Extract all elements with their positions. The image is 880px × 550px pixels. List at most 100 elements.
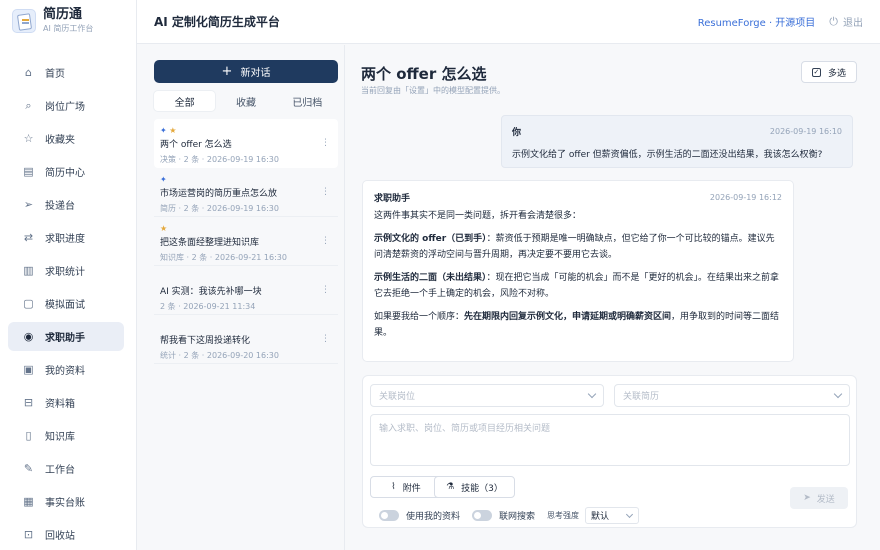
pin-icon: ✦ bbox=[160, 175, 167, 184]
chevron-down-icon bbox=[587, 389, 597, 399]
paperclip-icon: ⌇ bbox=[391, 482, 396, 492]
conversation-item[interactable]: 帮我看下这周投递转化 统计 · 2 条 · 2026-09-20 16:30 ⋮ bbox=[154, 315, 338, 364]
top-header: AI 定制化简历生成平台 ResumeForge · 开源项目 ⏻ 退出 bbox=[137, 0, 880, 44]
chat-subtitle: 当前回复由「设置」中的模型配置提供。 bbox=[361, 86, 505, 95]
conversation-item[interactable]: AI 实测：我该先补哪一块 2 条 · 2026-09-21 11:34 ⋮ bbox=[154, 266, 338, 315]
send-icon: ➢ bbox=[23, 198, 34, 211]
tab-archived[interactable]: 已归档 bbox=[277, 91, 338, 111]
assistant-message-paragraph-2: 示例生活的二面（未出结果）：现在把它当成「可能的机会」而不是「更好的机会」。在结… bbox=[374, 270, 782, 302]
new-chat-button[interactable]: + 新对话 bbox=[154, 60, 338, 83]
assistant-message-time: 2026-09-19 16:12 bbox=[709, 193, 782, 202]
conversation-meta: 2 条 · 2026-09-21 11:34 bbox=[160, 302, 256, 311]
book-icon: ▯ bbox=[25, 429, 32, 442]
box-icon: ⊟ bbox=[23, 396, 34, 409]
sidebar-item-book[interactable]: ▯ 知识库 bbox=[8, 421, 124, 450]
trash-icon: ⊡ bbox=[23, 528, 34, 541]
send-label: 发送 bbox=[816, 494, 835, 505]
sidebar-item-label: 求职助手 bbox=[45, 333, 85, 344]
brand-name: 简历通 bbox=[43, 7, 83, 22]
sidebar-item-document[interactable]: ▤ 简历中心 bbox=[8, 157, 124, 186]
project-link[interactable]: ResumeForge · 开源项目 bbox=[698, 14, 816, 29]
page-header-title: AI 定制化简历生成平台 bbox=[154, 15, 280, 29]
star-icon: ★ bbox=[160, 224, 168, 233]
conversation-marks: ✦ bbox=[160, 174, 332, 185]
chat-area: 两个 offer 怎么选 当前回复由「设置」中的模型配置提供。 ✓ 多选 你 2… bbox=[346, 45, 880, 550]
logout-button[interactable]: ⏻ 退出 bbox=[829, 14, 863, 30]
attach-button[interactable]: ⌇ 附件 bbox=[370, 476, 442, 498]
related-job-select[interactable]: 关联岗位 bbox=[370, 384, 604, 407]
sidebar-item-interview[interactable]: ▢ 模拟面试 bbox=[8, 289, 124, 318]
more-options-icon[interactable]: ⋮ bbox=[321, 187, 330, 197]
sidebar-item-label: 求职统计 bbox=[45, 267, 85, 278]
conversation-title: 帮我看下这周投递转化 bbox=[160, 336, 251, 346]
sidebar-item-ledger[interactable]: ▦ 事实台账 bbox=[8, 487, 124, 516]
sidebar-item-label: 事实台账 bbox=[45, 498, 85, 509]
sidebar-item-box[interactable]: ⊟ 资料箱 bbox=[8, 388, 124, 417]
conversation-marks: ★ bbox=[160, 223, 332, 234]
assistant-message-author: 求职助手 bbox=[374, 194, 411, 204]
wrench-icon: ✎ bbox=[23, 462, 34, 475]
conversation-marks bbox=[160, 321, 332, 332]
sidebar-item-progress[interactable]: ⇄ 求职进度 bbox=[8, 223, 124, 252]
thinking-depth-select[interactable]: 默认 bbox=[585, 507, 640, 524]
assistant-message-paragraph-1: 示例文化的 offer（已到手）：薪资低于预期是唯一明确缺点，但它给了你一个可比… bbox=[374, 231, 782, 263]
related-resume-select[interactable]: 关联简历 bbox=[614, 384, 850, 407]
sidebar-item-send[interactable]: ➢ 投递台 bbox=[8, 190, 124, 219]
conversation-marks bbox=[160, 272, 332, 283]
skills-button[interactable]: ⚗ 技能（3） bbox=[434, 476, 515, 498]
conversation-title: 把这条面经整理进知识库 bbox=[160, 238, 260, 248]
document-icon: ▤ bbox=[23, 165, 34, 178]
skills-label: 技能（3） bbox=[461, 483, 503, 494]
brand[interactable]: 简历通 AI 简历工作台 bbox=[0, 0, 136, 42]
tab-favorites[interactable]: 收藏 bbox=[215, 91, 276, 111]
assistant-message-intro: 这两件事其实不是同一类问题，拆开看会清楚很多： bbox=[374, 211, 582, 221]
sidebar-item-home[interactable]: ⌂ 首页 bbox=[8, 58, 124, 87]
sidebar-item-wrench[interactable]: ✎ 工作台 bbox=[8, 454, 124, 483]
conversation-item[interactable]: ★ 把这条面经整理进知识库知识库 · 2 条 · 2026-09-21 16:30… bbox=[154, 217, 338, 266]
checkbox-icon: ✓ bbox=[811, 67, 821, 77]
new-chat-label: 新对话 bbox=[240, 68, 271, 79]
more-options-icon[interactable]: ⋮ bbox=[321, 138, 330, 148]
conversation-panel: + 新对话 全部 收藏 已归档 ✦ ★ 两个 offer 怎么选 决策 · 2 条 … bbox=[137, 45, 345, 550]
ledger-icon: ▦ bbox=[23, 495, 34, 508]
message-input[interactable]: 输入求职、岗位、简历或项目经历相关问题 bbox=[370, 414, 850, 466]
conversation-item[interactable]: ✦ 市场运营岗的简历重点怎么放 简历 · 2 条 · 2026-09-19 16:… bbox=[154, 168, 338, 217]
logout-icon: ⏻ bbox=[829, 14, 838, 28]
more-options-icon[interactable]: ⋮ bbox=[321, 285, 330, 295]
user-message-time: 2026-09-19 16:10 bbox=[769, 127, 842, 136]
conversation-title: AI 实测：我该先补哪一块 bbox=[160, 287, 262, 297]
sidebar-item-label: 知识库 bbox=[45, 432, 75, 443]
sidebar-item-chart[interactable]: ▥ 求职统计 bbox=[8, 256, 124, 285]
sidebar-item-chat[interactable]: ◉ 求职助手 bbox=[8, 322, 124, 351]
sidebar-item-label: 我的资料 bbox=[45, 366, 85, 377]
sidebar-item-trash[interactable]: ⊡ 回收站 bbox=[8, 520, 124, 549]
sidebar-item-label: 资料箱 bbox=[45, 399, 75, 410]
sidebar: 简历通 AI 简历工作台 ⌂ 首页 ⌕ 岗位广场 ☆ 收藏夹 ▤ 简历中心 ➢ 投递台 ⇄ 求职进度 ▥… bbox=[0, 0, 137, 550]
tab-all[interactable]: 全部 bbox=[154, 91, 216, 111]
more-options-icon[interactable]: ⋮ bbox=[321, 334, 330, 344]
paragraph-3-lead: 如果要我给一个顺序： bbox=[374, 312, 465, 322]
conversation-item[interactable]: ✦ ★ 两个 offer 怎么选 决策 · 2 条 · 2026-09-19 16:… bbox=[154, 119, 338, 168]
multi-select-button[interactable]: ✓ 多选 bbox=[801, 61, 857, 83]
brand-logo-icon bbox=[12, 9, 36, 33]
sidebar-item-search[interactable]: ⌕ 岗位广场 bbox=[8, 91, 124, 120]
conversation-meta: 知识库 · 2 条 · 2026-09-21 16:30 bbox=[160, 253, 287, 262]
web-search-toggle[interactable] bbox=[472, 510, 493, 521]
sidebar-item-label: 工作台 bbox=[45, 465, 75, 476]
home-icon: ⌂ bbox=[25, 66, 32, 79]
user-message: 你 2026-09-19 16:10 示例文化给了 offer 但薪资偏低，示例… bbox=[501, 115, 853, 168]
send-button[interactable]: ➤ 发送 bbox=[790, 487, 848, 509]
conversation-list: ✦ ★ 两个 offer 怎么选 决策 · 2 条 · 2026-09-19 16:… bbox=[154, 119, 338, 364]
pin-icon: ✦ bbox=[160, 126, 170, 135]
composer-options: 使用我的资料 联网搜索 思考强度 默认 bbox=[379, 507, 640, 524]
sidebar-item-label: 岗位广场 bbox=[45, 102, 85, 113]
thinking-depth-value: 默认 bbox=[591, 512, 610, 522]
more-options-icon[interactable]: ⋮ bbox=[321, 236, 330, 246]
sidebar-item-star[interactable]: ☆ 收藏夹 bbox=[8, 124, 124, 153]
progress-icon: ⇄ bbox=[23, 231, 34, 244]
sidebar-item-label: 投递台 bbox=[45, 201, 75, 212]
chart-icon: ▥ bbox=[23, 264, 34, 277]
use-profile-toggle[interactable] bbox=[379, 510, 399, 521]
multi-select-label: 多选 bbox=[827, 68, 846, 79]
sidebar-item-profile[interactable]: ▣ 我的资料 bbox=[8, 355, 124, 384]
